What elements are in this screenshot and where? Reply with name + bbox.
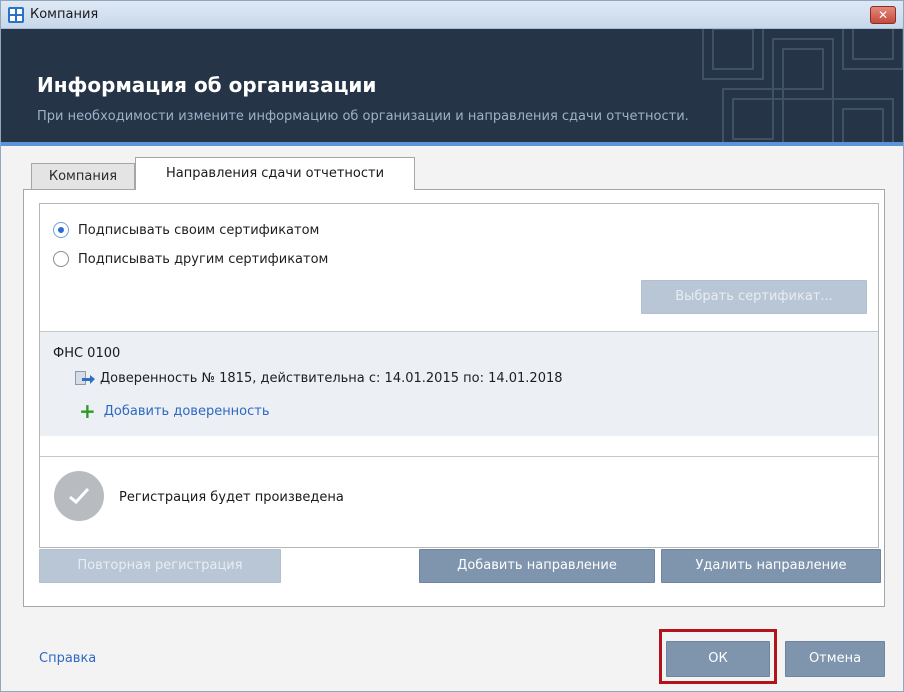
radio-own-certificate-label: Подписывать своим сертификатом: [78, 222, 320, 238]
close-icon: ✕: [877, 8, 889, 22]
header-title: Информация об организации: [37, 73, 377, 97]
add-power-of-attorney-link[interactable]: + Добавить доверенность: [79, 399, 270, 423]
re-register-button[interactable]: Повторная регистрация: [39, 549, 281, 583]
plus-icon: +: [79, 399, 96, 423]
select-certificate-button[interactable]: Выбрать сертификат...: [641, 280, 867, 314]
add-direction-button[interactable]: Добавить направление: [419, 549, 655, 583]
power-of-attorney-item[interactable]: Доверенность № 1815, действительна с: 14…: [75, 371, 563, 386]
app-grid-icon: [8, 7, 24, 23]
company-dialog: Компания ✕ Информация об организации При…: [0, 0, 904, 692]
dialog-header: Информация об организации При необходимо…: [1, 29, 903, 142]
ok-highlight-frame: [659, 629, 777, 684]
check-icon: [54, 471, 104, 521]
add-power-of-attorney-label: Добавить доверенность: [103, 403, 270, 419]
radio-own-certificate[interactable]: Подписывать своим сертификатом: [53, 222, 319, 238]
radio-unchecked-icon[interactable]: [53, 251, 69, 267]
help-link[interactable]: Справка: [39, 651, 96, 666]
power-of-attorney-document-icon: [75, 371, 95, 386]
title-bar: Компания ✕: [1, 1, 903, 29]
radio-other-certificate[interactable]: Подписывать другим сертификатом: [53, 251, 328, 267]
close-button[interactable]: ✕: [870, 6, 896, 24]
tab-reporting-directions[interactable]: Направления сдачи отчетности: [135, 157, 415, 190]
cancel-button[interactable]: Отмена: [785, 641, 885, 677]
header-pattern: [702, 29, 903, 142]
remove-direction-button[interactable]: Удалить направление: [661, 549, 881, 583]
radio-other-certificate-label: Подписывать другим сертификатом: [78, 251, 329, 267]
power-of-attorney-text: Доверенность № 1815, действительна с: 14…: [100, 371, 563, 386]
window-title: Компания: [30, 7, 99, 22]
direction-title: ФНС 0100: [53, 346, 121, 361]
radio-checked-icon[interactable]: [53, 222, 69, 238]
header-subtitle: При необходимости измените информацию об…: [37, 109, 689, 124]
tab-company[interactable]: Компания: [31, 163, 135, 190]
header-accent-line: [1, 142, 903, 146]
section-divider: [40, 456, 878, 457]
registration-status: Регистрация будет произведена: [119, 490, 344, 505]
